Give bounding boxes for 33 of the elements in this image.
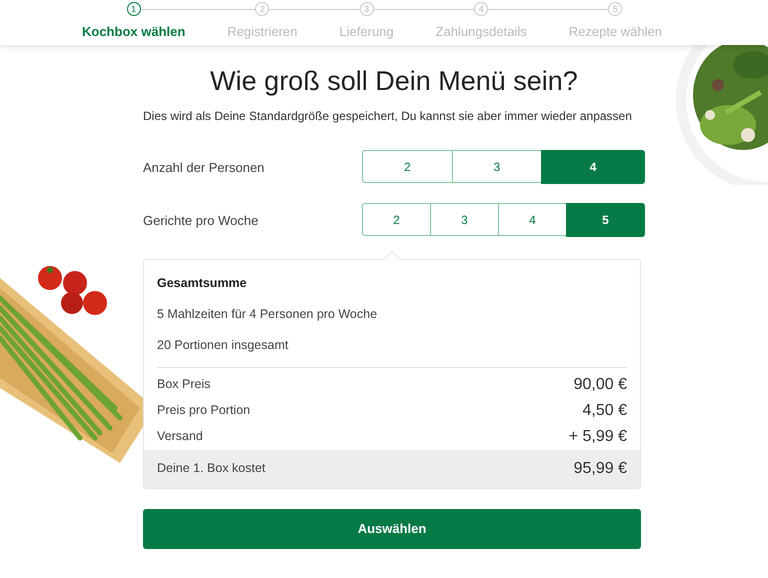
- step-label: Rezepte wählen: [568, 23, 662, 41]
- total-label: Deine 1. Box kostet: [157, 460, 266, 478]
- price-value: 4,50 €: [582, 400, 627, 421]
- summary-text: 5 Mahlzeiten für 4 Personen pro Woche: [157, 306, 378, 324]
- step-label: Kochbox wählen: [82, 23, 186, 41]
- price-label: Box Preis: [157, 376, 210, 394]
- step-number: 3: [360, 2, 374, 16]
- price-label: Versand: [157, 428, 203, 446]
- select-button[interactable]: Auswählen: [143, 508, 641, 549]
- subtitle: Dies wird als Deine Standardgröße gespeichert, Du kannst sie aber immer wieder anpassen: [143, 108, 633, 126]
- summary-text: 20 Portionen insgesamt: [157, 336, 290, 354]
- step-number: 1: [126, 2, 141, 16]
- step-label: Zahlungsdetails: [436, 23, 527, 41]
- option-button[interactable]: 3: [430, 203, 499, 236]
- option-button[interactable]: 2: [362, 203, 431, 236]
- step-number: 4: [474, 2, 488, 16]
- option-button[interactable]: 5: [566, 203, 645, 238]
- step-number: 2: [255, 2, 270, 16]
- step-number: 5: [608, 2, 622, 16]
- summary-heading: Gesamtsumme: [157, 275, 248, 292]
- price-value: + 5,99 €: [568, 426, 627, 447]
- price-label: Preis pro Portion: [157, 402, 250, 420]
- price-value: 90,00 €: [574, 374, 627, 395]
- option-button[interactable]: 3: [452, 150, 542, 184]
- option-button[interactable]: 2: [362, 150, 453, 184]
- page-title: Wie groß soll Dein Menü sein?: [209, 65, 579, 98]
- option-button[interactable]: 4: [498, 203, 567, 236]
- option-label: Anzahl der Personen: [143, 158, 264, 177]
- step-label: Registrieren: [227, 23, 298, 41]
- option-button[interactable]: 4: [541, 150, 646, 184]
- total-value: 95,99 €: [574, 458, 627, 479]
- step-label: Lieferung: [339, 23, 394, 41]
- option-label: Gerichte pro Woche: [143, 212, 258, 230]
